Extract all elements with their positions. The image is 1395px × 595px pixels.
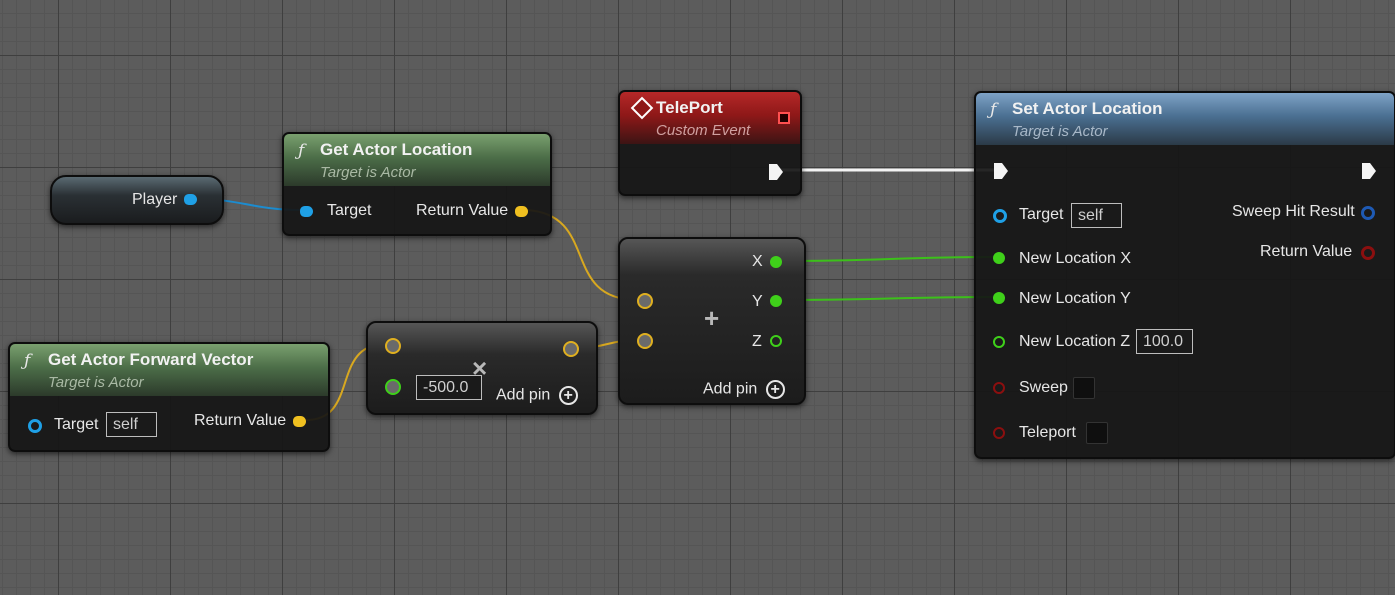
- add-pin-button[interactable]: Add pin +: [703, 380, 785, 399]
- node-title: Set Actor Location: [1012, 99, 1163, 118]
- return-value-label: Return Value: [416, 202, 509, 219]
- multiply-input-a-pin[interactable]: [385, 338, 401, 354]
- target-input-pin[interactable]: [993, 209, 1007, 223]
- new-location-z-field[interactable]: 100.0: [1136, 329, 1193, 354]
- new-location-z-pin[interactable]: [993, 336, 1005, 348]
- return-value-pin[interactable]: [515, 206, 528, 217]
- x-output-label: X: [752, 253, 763, 270]
- teleport-event-node[interactable]: TelePort Custom Event: [618, 90, 802, 196]
- player-label: Player: [132, 191, 178, 208]
- node-subtitle: Target is Actor: [1012, 123, 1108, 140]
- node-subtitle: Custom Event: [656, 122, 751, 139]
- new-location-y-pin[interactable]: [993, 292, 1005, 304]
- add-input-a-pin[interactable]: [637, 293, 653, 309]
- wire-y-to-new-y[interactable]: [781, 296, 998, 301]
- node-title: Get Actor Forward Vector: [48, 350, 254, 369]
- node-subtitle: Target is Actor: [48, 374, 144, 391]
- node-header[interactable]: ƒ Get Actor Forward Vector Target is Act…: [10, 344, 328, 396]
- get-actor-location-node[interactable]: ƒ Get Actor Location Target is Actor Tar…: [282, 132, 552, 236]
- player-variable-node[interactable]: Player: [50, 175, 224, 225]
- z-output-pin[interactable]: [770, 335, 782, 347]
- return-value-pin[interactable]: [1361, 246, 1375, 260]
- plus-icon: +: [704, 303, 720, 333]
- new-location-y-label: New Location Y: [1019, 290, 1131, 307]
- node-subtitle: Target is Actor: [320, 164, 416, 181]
- target-self-field[interactable]: self: [1071, 203, 1122, 228]
- get-actor-forward-vector-node[interactable]: ƒ Get Actor Forward Vector Target is Act…: [8, 342, 330, 452]
- node-header[interactable]: TelePort Custom Event: [620, 92, 800, 144]
- multiply-node[interactable]: -500.0 × Add pin +: [366, 321, 598, 415]
- return-value-pin[interactable]: [293, 416, 306, 427]
- add-pin-icon: +: [765, 380, 785, 399]
- target-input-pin[interactable]: [300, 206, 313, 217]
- target-label: Target: [1019, 206, 1064, 223]
- set-actor-location-node[interactable]: ƒ Set Actor Location Target is Actor Tar…: [974, 91, 1395, 459]
- node-header[interactable]: ƒ Set Actor Location Target is Actor: [976, 93, 1394, 145]
- node-header[interactable]: ƒ Get Actor Location Target is Actor: [284, 134, 550, 186]
- add-pin-button[interactable]: Add pin +: [496, 386, 578, 405]
- sweep-hit-result-label: Sweep Hit Result: [1232, 203, 1355, 220]
- target-input-pin[interactable]: [28, 419, 42, 433]
- node-title: Get Actor Location: [320, 140, 473, 159]
- new-location-x-pin[interactable]: [993, 252, 1005, 264]
- teleport-checkbox[interactable]: [1086, 422, 1108, 444]
- return-value-label: Return Value: [1260, 243, 1353, 260]
- add-pin-label: Add pin: [703, 380, 758, 398]
- x-output-pin[interactable]: [770, 256, 782, 268]
- function-icon: ƒ: [298, 141, 305, 161]
- y-output-pin[interactable]: [770, 295, 782, 307]
- target-label: Target: [327, 202, 372, 219]
- add-pin-label: Add pin: [496, 386, 551, 404]
- add-input-b-pin[interactable]: [637, 333, 653, 349]
- function-icon: ƒ: [24, 351, 31, 371]
- new-location-z-label: New Location Z: [1019, 333, 1131, 350]
- node-title: TelePort: [656, 98, 723, 117]
- event-icon: [630, 96, 654, 120]
- add-node[interactable]: + X Y Z Add pin +: [618, 237, 806, 405]
- delegate-output-pin[interactable]: [778, 112, 790, 124]
- return-value-label: Return Value: [194, 412, 287, 429]
- add-pin-icon: +: [558, 386, 578, 405]
- sweep-label: Sweep: [1019, 379, 1068, 396]
- target-label: Target: [54, 416, 99, 433]
- wire-x-to-new-x[interactable]: [781, 256, 998, 262]
- teleport-pin[interactable]: [993, 427, 1005, 439]
- z-output-label: Z: [752, 333, 762, 350]
- function-icon: ƒ: [990, 100, 997, 120]
- multiply-output-pin[interactable]: [563, 341, 579, 357]
- multiply-input-b-pin[interactable]: [385, 379, 401, 395]
- sweep-pin[interactable]: [993, 382, 1005, 394]
- y-output-label: Y: [752, 293, 763, 310]
- new-location-x-label: New Location X: [1019, 250, 1132, 267]
- sweep-hit-result-pin[interactable]: [1361, 206, 1375, 220]
- player-output-pin[interactable]: [184, 194, 197, 205]
- multiply-icon: ×: [472, 353, 488, 383]
- teleport-label: Teleport: [1019, 424, 1076, 441]
- target-self-field[interactable]: self: [106, 412, 157, 437]
- sweep-checkbox[interactable]: [1073, 377, 1095, 399]
